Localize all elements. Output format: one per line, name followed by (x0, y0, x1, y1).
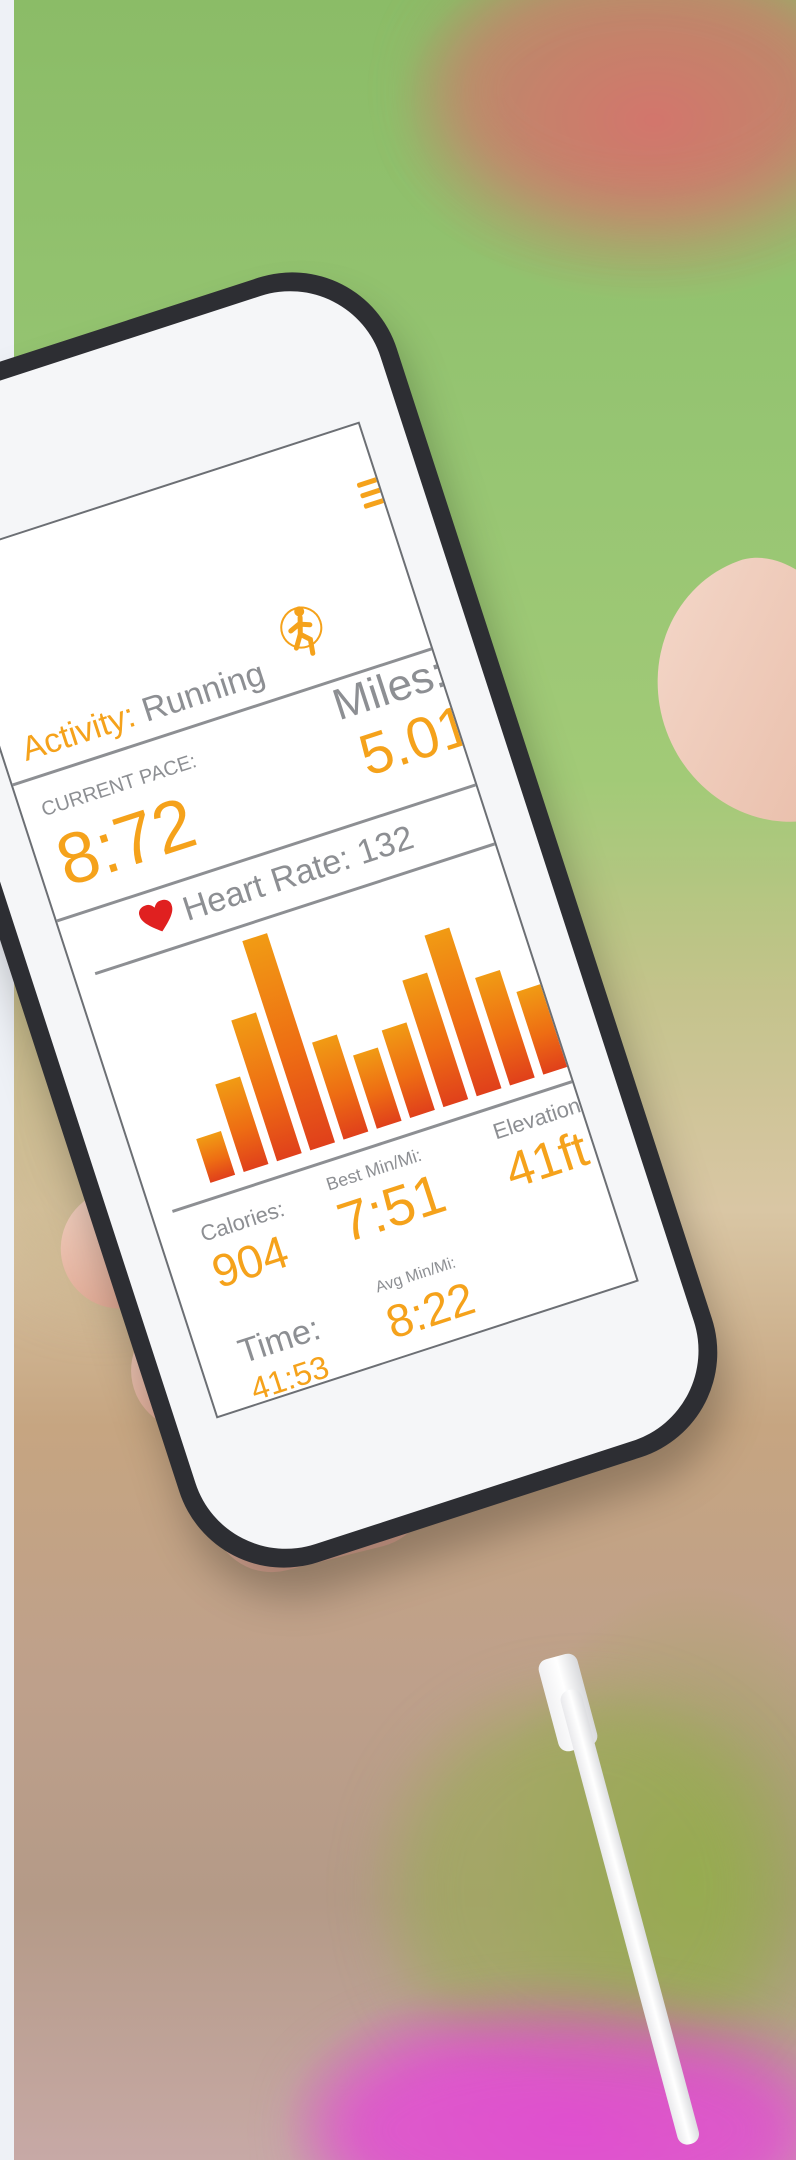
app-screen: Activity: Running Miles: 5.01 CURRENT PA… (0, 421, 639, 1419)
heart-icon (139, 899, 173, 932)
chart-bar (195, 1131, 235, 1183)
phone: Activity: Running Miles: 5.01 CURRENT PA… (0, 0, 796, 2160)
hamburger-menu-icon[interactable] (355, 467, 399, 515)
heart-rate-value: 132 (352, 818, 419, 873)
phone-body: Activity: Running Miles: 5.01 CURRENT PA… (0, 243, 746, 1597)
phone-face: Activity: Running Miles: 5.01 CURRENT PA… (0, 266, 724, 1574)
activity-value: Running (137, 654, 270, 730)
stop-button[interactable]: Stop (486, 1308, 639, 1419)
runner-icon (280, 606, 323, 656)
activity-label: Activity: (16, 696, 140, 769)
